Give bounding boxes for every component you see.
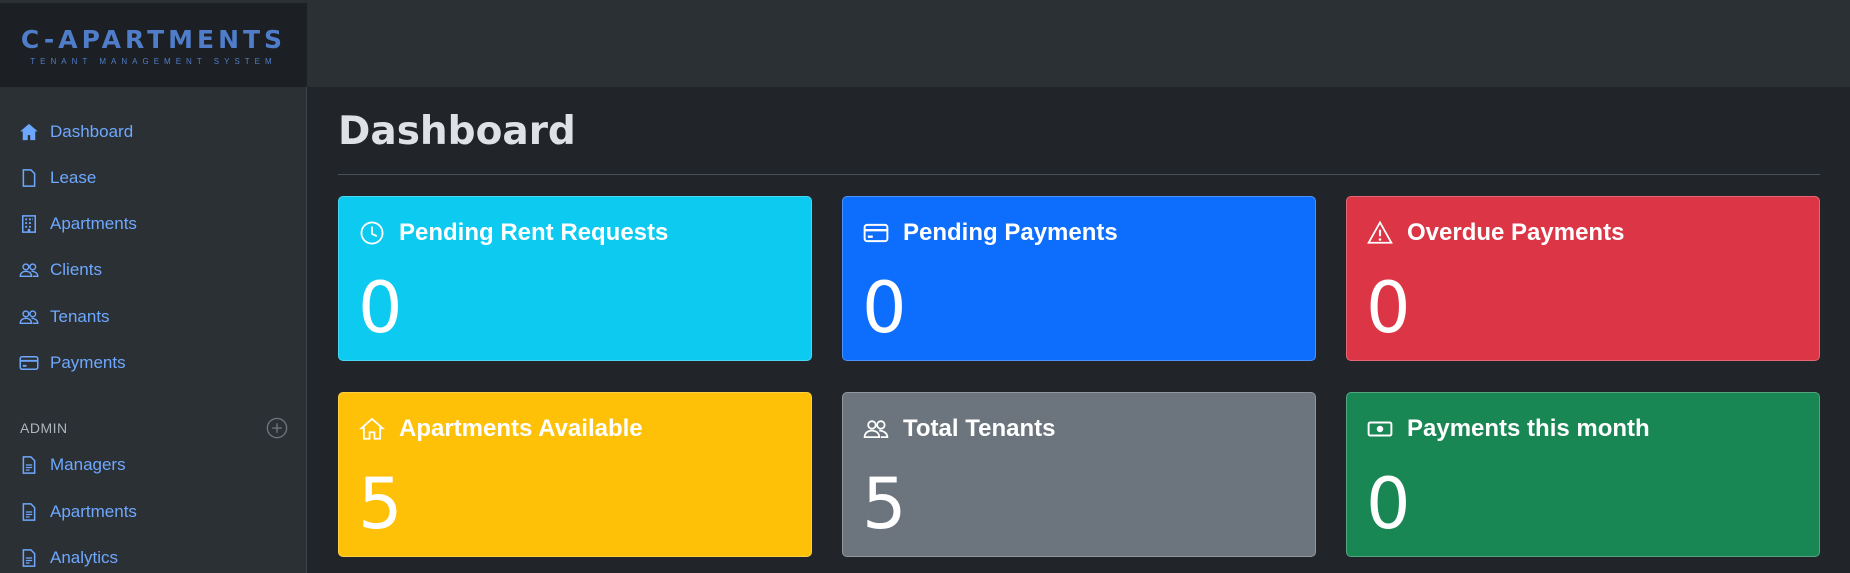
sidebar-item-managers[interactable]: Managers [19, 451, 126, 479]
building-icon [22, 215, 36, 233]
card-payments-this-month[interactable]: Payments this month 0 [1346, 392, 1820, 557]
card-label: Total Tenants [903, 415, 1056, 442]
sidebar-item-label: Dashboard [50, 122, 134, 141]
file-text-icon [22, 549, 36, 567]
sidebar-item-label: Apartments [50, 214, 137, 233]
sidebar-item-label: Analytics [50, 548, 119, 567]
brand-logo[interactable]: C-APARTMENTS TENANT MANAGEMENT SYSTEM [0, 3, 307, 87]
sidebar-item-label: Apartments [50, 502, 137, 521]
sidebar-item-admin-apartments[interactable]: Apartments [19, 498, 137, 526]
sidebar-item-clients[interactable]: Clients [19, 256, 102, 284]
card-value: 0 [358, 267, 403, 349]
card-value: 5 [862, 463, 907, 545]
credit-card-icon [863, 223, 889, 243]
card-label: Pending Payments [903, 219, 1118, 246]
sidebar: Dashboard Lease Apartments Clients Tenan… [0, 87, 307, 573]
sidebar-item-label: Lease [50, 168, 97, 187]
card-value: 0 [1366, 463, 1411, 545]
brand-title: C-APARTMENTS [20, 24, 287, 54]
sidebar-item-label: Clients [50, 260, 102, 279]
house-icon [20, 123, 38, 141]
card-header: Payments this month [1367, 415, 1650, 443]
card-value: 0 [1366, 267, 1411, 349]
card-value: 0 [862, 267, 907, 349]
card-header: Pending Rent Requests [359, 219, 668, 247]
card-label: Overdue Payments [1407, 219, 1625, 246]
sidebar-item-tenants[interactable]: Tenants [19, 303, 110, 331]
sidebar-item-dashboard[interactable]: Dashboard [19, 118, 133, 146]
card-overdue-payments[interactable]: Overdue Payments 0 [1346, 196, 1820, 361]
card-header: Pending Payments [863, 219, 1118, 247]
sidebar-item-lease[interactable]: Lease [19, 164, 96, 192]
file-icon [22, 169, 36, 187]
top-bar: C-APARTMENTS TENANT MANAGEMENT SYSTEM [0, 0, 1850, 87]
cash-icon [1367, 421, 1393, 437]
sidebar-item-label: Tenants [50, 307, 110, 326]
plus-circle-icon[interactable] [266, 417, 288, 439]
house-icon [359, 417, 385, 440]
card-label: Apartments Available [399, 415, 643, 442]
card-pending-rent-requests[interactable]: Pending Rent Requests 0 [338, 196, 812, 361]
card-pending-payments[interactable]: Pending Payments 0 [842, 196, 1316, 361]
divider [338, 174, 1820, 175]
main-content: Dashboard Pending Rent Requests 0 Pendin… [308, 87, 1850, 573]
people-icon [19, 263, 39, 277]
brand-subtitle: TENANT MANAGEMENT SYSTEM [30, 56, 277, 66]
admin-section-header: ADMIN [20, 417, 288, 439]
sidebar-item-apartments[interactable]: Apartments [19, 210, 137, 238]
card-label: Payments this month [1407, 415, 1650, 442]
sidebar-item-payments[interactable]: Payments [19, 349, 126, 377]
clock-icon [360, 221, 384, 245]
file-text-icon [22, 456, 36, 474]
admin-header-label: ADMIN [20, 420, 68, 436]
app: C-APARTMENTS TENANT MANAGEMENT SYSTEM Da… [0, 0, 1850, 573]
card-header: Total Tenants [863, 415, 1055, 443]
card-apartments-available[interactable]: Apartments Available 5 [338, 392, 812, 557]
people-icon [19, 310, 39, 324]
card-header: Apartments Available [359, 415, 643, 443]
card-value: 5 [358, 463, 403, 545]
file-text-icon [22, 503, 36, 521]
card-total-tenants[interactable]: Total Tenants 5 [842, 392, 1316, 557]
card-label: Pending Rent Requests [399, 219, 669, 246]
sidebar-item-analytics[interactable]: Analytics [19, 544, 118, 572]
page-title: Dashboard [338, 109, 576, 154]
sidebar-item-label: Payments [50, 353, 126, 372]
card-header: Overdue Payments [1367, 219, 1624, 247]
people-icon [863, 420, 889, 439]
sidebar-item-label: Managers [50, 455, 126, 474]
credit-card-icon [19, 356, 39, 370]
warning-icon [1367, 220, 1393, 244]
